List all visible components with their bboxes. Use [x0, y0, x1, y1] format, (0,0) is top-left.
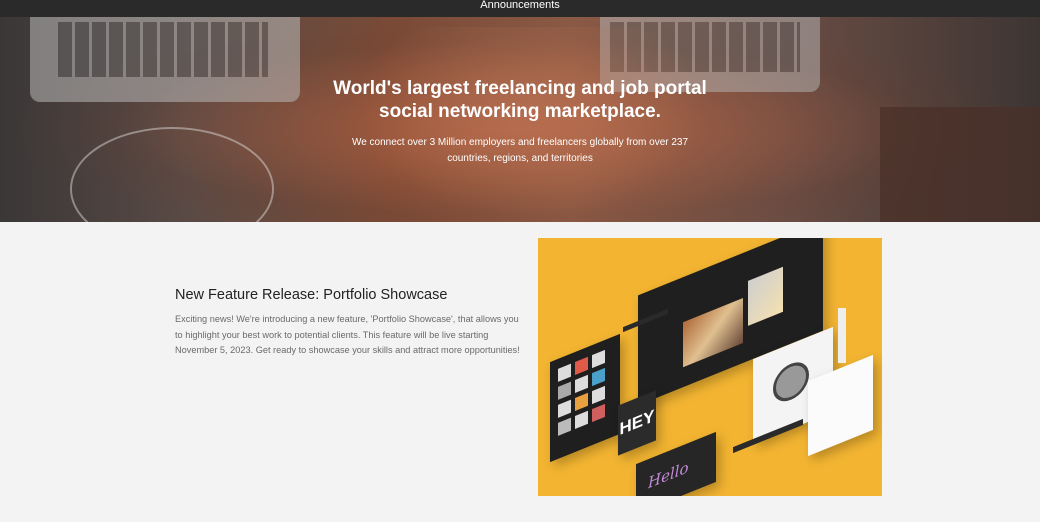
feature-title: New Feature Release: Portfolio Showcase — [175, 287, 448, 303]
announcements-link[interactable]: Announcements — [480, 0, 560, 11]
portfolio-showcase-image: HEY Hello — [538, 238, 882, 496]
hello-script-text: Hello — [648, 457, 689, 493]
hands-image — [340, 27, 720, 222]
hero-title: World's largest freelancing and job port… — [0, 77, 1040, 123]
top-nav-bar: Announcements — [0, 0, 1040, 17]
hero-title-line-2: social networking marketplace. — [379, 101, 661, 122]
hero-subtitle: We connect over 3 Million employers and … — [0, 135, 1040, 167]
hero-title-line-1: World's largest freelancing and job port… — [333, 78, 707, 99]
hero-subtitle-line-2: countries, regions, and territories — [447, 153, 593, 164]
portfolio-grid-panel — [550, 333, 620, 463]
feature-section: New Feature Release: Portfolio Showcase … — [0, 222, 1040, 522]
portfolio-bar — [838, 308, 846, 363]
hero-banner: World's largest freelancing and job port… — [0, 17, 1040, 222]
hero-subtitle-line-1: We connect over 3 Million employers and … — [351, 137, 689, 148]
portfolio-hey-panel: HEY — [618, 390, 656, 456]
feature-description: Exciting news! We're introducing a new f… — [175, 314, 520, 355]
